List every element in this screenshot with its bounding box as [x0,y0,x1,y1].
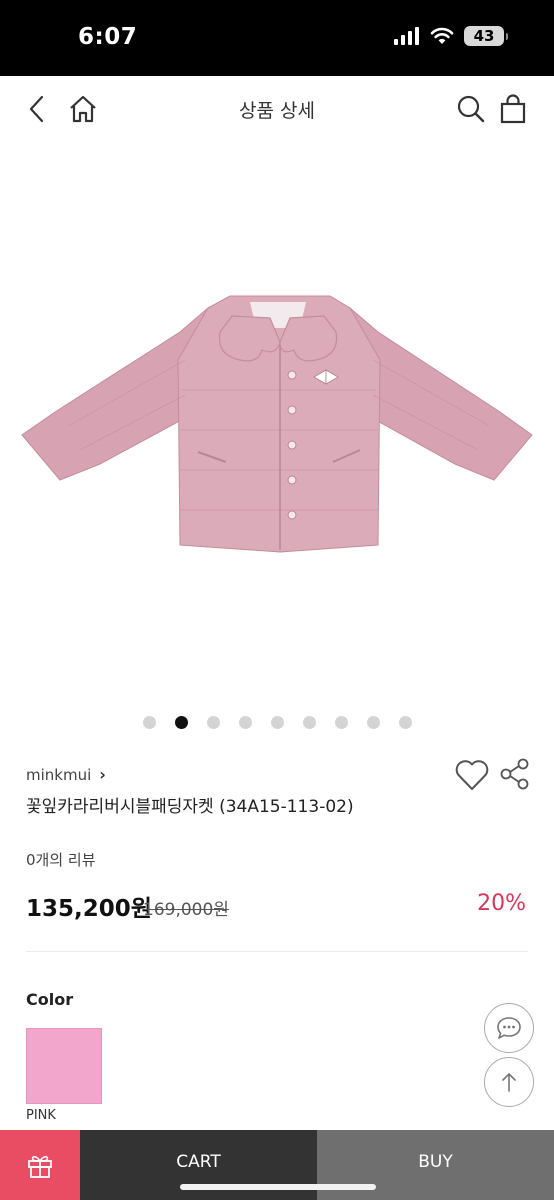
status-time: 6:07 [78,24,138,50]
sale-price: 135,200원 [26,896,152,922]
discount-rate: 20% [477,891,526,916]
wifi-icon [430,27,454,44]
color-swatch-label: PINK [26,1108,56,1123]
original-price: 169,000원 [143,900,229,920]
status-icons: 43 [394,26,508,46]
carousel-dot[interactable] [142,716,156,729]
search-button[interactable] [454,92,488,126]
status-bar: 6:07 43 [0,0,554,76]
carousel-dot[interactable] [398,716,412,729]
gift-icon [28,1155,52,1178]
share-button[interactable] [500,758,530,794]
color-option-label: Color [26,990,74,1009]
battery-icon: 43 [464,26,508,46]
chat-button[interactable] [484,1003,534,1053]
product-image[interactable] [0,150,554,710]
carousel-dot[interactable] [174,716,188,729]
battery-level: 43 [473,27,495,45]
shopping-bag-button[interactable] [496,92,530,126]
heart-icon [455,760,489,790]
gift-button[interactable] [0,1130,80,1200]
carousel-dots [0,716,554,732]
chevron-right-icon: › [99,765,106,784]
signal-icon [394,27,419,45]
divider [26,951,528,952]
share-icon [500,758,529,790]
arrow-up-icon [502,1073,516,1092]
scroll-top-button[interactable] [484,1057,534,1107]
carousel-dot[interactable] [302,716,316,729]
search-icon [457,95,485,123]
carousel-dot[interactable] [206,716,220,729]
brand-link[interactable]: minkmui › [26,765,106,784]
wishlist-button[interactable] [454,758,490,796]
carousel-dot[interactable] [334,716,348,729]
jacket-illustration [21,295,533,553]
chat-icon [497,1017,521,1039]
shopping-bag-icon [500,94,526,124]
carousel-dot[interactable] [366,716,380,729]
carousel-dot[interactable] [238,716,252,729]
carousel-dot[interactable] [270,716,284,729]
review-count[interactable]: 0개의 리뷰 [26,849,96,870]
brand-name: minkmui [26,765,92,784]
product-name: 꽃잎카라리버시블패딩자켓 (34A15-113-02) [26,797,354,817]
top-nav: 상품 상세 [0,76,554,142]
color-swatch-pink[interactable] [26,1028,102,1104]
home-indicator [180,1184,376,1190]
